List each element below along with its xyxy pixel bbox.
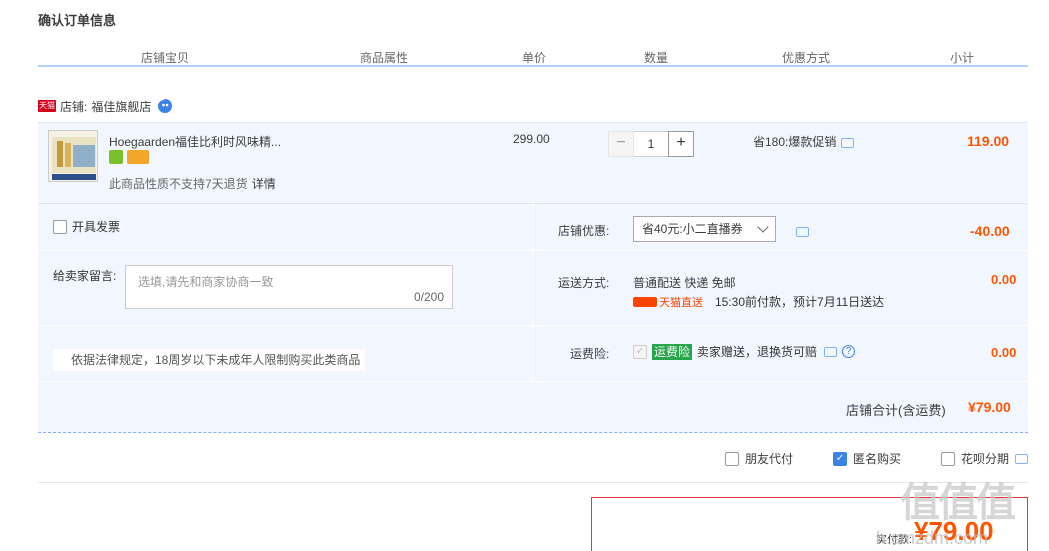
- col-header-attributes: 商品属性: [360, 51, 409, 65]
- insurance-checkbox[interactable]: ✓: [633, 344, 647, 359]
- shipping-method: 普通配送 快递 免邮: [633, 276, 736, 290]
- huabei-installment-option: 花呗分期: [941, 450, 1029, 467]
- product-title-link[interactable]: Hoegaarden福佳比利时风味精...: [109, 133, 281, 150]
- item-subtotal: 119.00: [967, 133, 1010, 149]
- tmall-cat-icon: [633, 296, 657, 307]
- promo-text: 省180:爆款促销: [753, 133, 855, 150]
- friend-pay-checkbox[interactable]: [725, 451, 739, 466]
- huabei-installment-checkbox[interactable]: [941, 451, 955, 466]
- header-divider: [38, 65, 1028, 67]
- quantity-decrease-button[interactable]: −: [608, 131, 634, 157]
- shipping-fee: 0.00: [991, 272, 1017, 287]
- service-icons: [109, 150, 149, 164]
- options-divider: [38, 482, 1028, 483]
- insurance-label: 运费险:: [570, 347, 610, 361]
- col-header-subtotal: 小计: [950, 51, 975, 65]
- wangwang-chat-icon[interactable]: [157, 98, 173, 114]
- promo-info-icon[interactable]: [841, 137, 855, 148]
- huabei-installment-label: 花呗分期: [961, 452, 1010, 466]
- watermark-url: h.smzdm.com: [876, 528, 989, 548]
- friend-pay-option: 朋友代付: [725, 450, 793, 467]
- quantity-stepper: − 1 +: [608, 131, 694, 157]
- invoice-label: 开具发票: [72, 220, 121, 234]
- col-header-unit-price: 单价: [522, 51, 547, 65]
- coupon-info-icon[interactable]: [796, 226, 809, 237]
- huabei-info-icon[interactable]: [1015, 453, 1029, 464]
- chevron-down-icon: [757, 221, 769, 233]
- page-title: 确认订单信息: [38, 13, 117, 28]
- shipping-eta: 15:30前付款，预计7月11日送达: [715, 295, 885, 309]
- watermark-logo: 值值值: [900, 481, 1016, 525]
- col-header-shop-item: 店铺宝贝: [141, 51, 190, 65]
- anonymous-purchase-checkbox[interactable]: ✓: [833, 451, 847, 466]
- invoice-option: 开具发票: [53, 218, 120, 235]
- anonymous-purchase-option: ✓ 匿名购买: [833, 450, 901, 467]
- quantity-increase-button[interactable]: +: [668, 131, 694, 157]
- shop-name-link[interactable]: 福佳旗舰店: [91, 98, 151, 115]
- shop-label: 店铺:: [60, 99, 88, 114]
- shop-total-value: ¥79.00: [968, 399, 1011, 415]
- shipping-eta-row: 天猫直送 15:30前付款，预计7月11日送达: [633, 293, 884, 310]
- shop-total-label: 店铺合计(含运费): [846, 403, 946, 418]
- quantity-input[interactable]: 1: [634, 131, 668, 157]
- seller-message-label: 给卖家留言:: [53, 269, 117, 283]
- seller-message-input[interactable]: 选填,请先和商家协商一致 0/200: [125, 265, 453, 309]
- insurance-row: ✓ 运费险 卖家赠送，退换货可赔 ?: [633, 343, 856, 360]
- col-header-discount: 优惠方式: [782, 51, 831, 65]
- shop-coupon-label: 店铺优惠:: [558, 224, 610, 238]
- return-policy-text: 此商品性质不支持7天退货: [109, 177, 248, 191]
- shipping-label: 运送方式:: [558, 276, 610, 290]
- tmall-icon: 天猫: [38, 100, 56, 112]
- product-thumbnail[interactable]: [48, 130, 98, 182]
- col-header-quantity: 数量: [644, 51, 669, 65]
- consumer-protection-icon: [109, 150, 123, 164]
- shop-coupon-select[interactable]: 省40元:小二直播券: [633, 216, 776, 242]
- invoice-checkbox[interactable]: [53, 219, 67, 234]
- insurance-fee: 0.00: [991, 345, 1017, 360]
- insurance-text: 卖家赠送，退换货可赔: [697, 345, 818, 359]
- promo-label: 省180:爆款促销: [753, 135, 837, 149]
- shop-row: 天猫 店铺: 福佳旗舰店: [38, 97, 173, 115]
- help-icon[interactable]: ?: [842, 345, 856, 358]
- anonymous-purchase-label: 匿名购买: [853, 452, 902, 466]
- tmall-direct-label: 天猫直送: [659, 296, 703, 309]
- shop-coupon-selected: 省40元:小二直播券: [642, 222, 743, 236]
- seller-message-char-count: 0/200: [413, 290, 444, 304]
- unit-price: 299.00: [513, 132, 550, 146]
- tmall-direct-badge: 天猫直送: [633, 294, 703, 310]
- insurance-chat-icon[interactable]: [824, 346, 838, 357]
- insurance-badge: 运费险: [652, 343, 693, 360]
- age-restriction-notice: 依据法律规定，18周岁以下未成年人限制购买此类商品: [53, 349, 365, 371]
- friend-pay-label: 朋友代付: [745, 452, 794, 466]
- shop-coupon-amount: -40.00: [970, 223, 1010, 239]
- return-policy-details-link[interactable]: 详情: [252, 177, 276, 191]
- credit-card-icon: [127, 150, 149, 164]
- seller-message-placeholder: 选填,请先和商家协商一致: [138, 275, 274, 289]
- return-policy-note: 此商品性质不支持7天退货 详情: [109, 175, 276, 192]
